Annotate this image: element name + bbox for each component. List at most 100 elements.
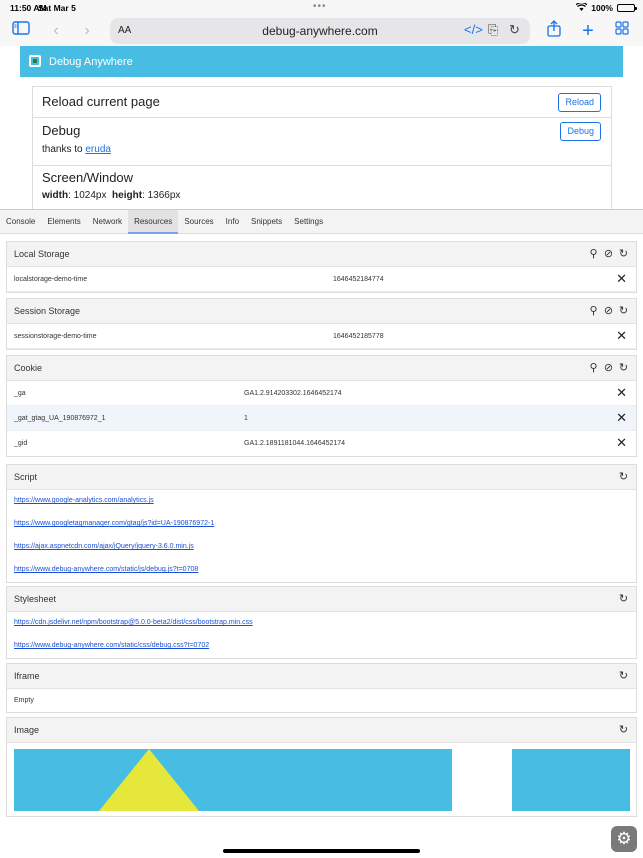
local-storage-title: Local Storage	[14, 249, 70, 259]
session-storage-title: Session Storage	[14, 306, 81, 316]
delete-icon[interactable]: ✕	[616, 271, 627, 287]
cookie-key: _gid	[14, 440, 28, 447]
local-storage-header: Local Storage ⚲ ⊘ ↻	[7, 242, 636, 267]
image-list	[7, 743, 636, 813]
list-item[interactable]: https://www.debug-anywhere.com/static/cs…	[7, 635, 636, 658]
tab-snippets[interactable]: Snippets	[245, 210, 288, 234]
multitasking-dots-icon[interactable]: •••	[313, 1, 327, 12]
cookie-header: Cookie ⚲ ⊘ ↻	[7, 356, 636, 381]
clear-icon[interactable]: ⊘	[603, 247, 614, 261]
refresh-icon[interactable]: ↻	[618, 470, 629, 484]
extension-icon[interactable]: ⎘	[488, 22, 498, 38]
table-row[interactable]: _gat_gtag_UA_190876972_1 1 ✕	[7, 406, 636, 431]
script-link[interactable]: https://www.debug-anywhere.com/static/js…	[14, 566, 198, 573]
height-value: : 1366px	[142, 190, 181, 201]
cookie-value: 1	[244, 415, 248, 422]
screen-window-card: Screen/Window width: 1024px height: 1366…	[32, 166, 612, 210]
iframe-header: Iframe ↻	[7, 664, 636, 689]
local-storage-section: Local Storage ⚲ ⊘ ↻ localstorage-demo-ti…	[6, 241, 637, 293]
delete-icon[interactable]: ✕	[616, 385, 627, 401]
eruda-panel: Console Elements Network Resources Sourc…	[0, 209, 643, 858]
refresh-icon[interactable]: ↻	[618, 361, 629, 375]
wifi-icon	[575, 2, 588, 13]
search-icon[interactable]: ⚲	[588, 304, 599, 318]
debug-card-title: Debug	[42, 123, 81, 138]
eruda-toggle-gear-icon[interactable]: ⚙	[611, 826, 637, 852]
reload-card-title: Reload current page	[42, 94, 160, 109]
image-header: Image ↻	[7, 718, 636, 743]
stylesheet-section: Stylesheet ↻ https://cdn.jsdelivr.net/np…	[6, 586, 637, 659]
stylesheet-link[interactable]: https://cdn.jsdelivr.net/npm/bootstrap@5…	[14, 619, 253, 626]
image-thumbnail[interactable]	[512, 749, 630, 811]
iframe-empty-text: Empty	[14, 697, 34, 704]
new-tab-icon[interactable]: +	[577, 20, 599, 42]
home-indicator[interactable]	[223, 849, 420, 853]
reload-card: Reload current page Reload	[32, 86, 612, 118]
debug-button[interactable]: Debug	[560, 122, 601, 141]
delete-icon[interactable]: ✕	[616, 435, 627, 451]
tabs-overview-icon[interactable]	[611, 20, 633, 42]
code-icon[interactable]: </>	[464, 22, 483, 37]
eruda-link[interactable]: eruda	[85, 144, 111, 155]
script-title: Script	[14, 472, 38, 482]
refresh-icon[interactable]: ↻	[618, 669, 629, 683]
forward-icon[interactable]: ›	[76, 20, 98, 42]
stylesheet-title: Stylesheet	[14, 594, 57, 604]
list-item[interactable]: https://cdn.jsdelivr.net/npm/bootstrap@5…	[7, 612, 636, 635]
table-row[interactable]: _gid GA1.2.1891181044.1646452174 ✕	[7, 431, 636, 456]
storage-value: 1646452185778	[333, 333, 384, 340]
tab-resources[interactable]: Resources	[128, 210, 179, 234]
session-storage-section: Session Storage ⚲ ⊘ ↻ sessionstorage-dem…	[6, 298, 637, 350]
address-bar[interactable]: AA debug-anywhere.com </> ⎘ ↻	[110, 18, 530, 44]
clear-icon[interactable]: ⊘	[603, 304, 614, 318]
refresh-icon[interactable]: ↻	[618, 592, 629, 606]
screen-window-title: Screen/Window	[42, 170, 134, 185]
stylesheet-header: Stylesheet ↻	[7, 587, 636, 612]
screen-size-text: width: 1024px height: 1366px	[42, 190, 180, 201]
reload-button[interactable]: Reload	[558, 93, 601, 112]
script-link[interactable]: https://www.googletagmanager.com/gtag/js…	[14, 520, 214, 527]
triangle-graphic	[99, 749, 199, 811]
table-row[interactable]: localstorage-demo-time 1646452184774 ✕	[7, 267, 636, 292]
script-link[interactable]: https://ajax.aspnetcdn.com/ajax/jQuery/j…	[14, 543, 194, 550]
site-title[interactable]: Debug Anywhere	[49, 56, 133, 68]
list-item[interactable]: https://ajax.aspnetcdn.com/ajax/jQuery/j…	[7, 536, 636, 559]
search-icon[interactable]: ⚲	[588, 361, 599, 375]
list-item[interactable]: https://www.google-analytics.com/analyti…	[7, 490, 636, 513]
thanks-prefix: thanks to	[42, 144, 83, 155]
list-item[interactable]: https://www.debug-anywhere.com/static/js…	[7, 559, 636, 582]
sidebar-icon[interactable]	[10, 20, 32, 42]
tab-info[interactable]: Info	[220, 210, 245, 234]
cookie-value: GA1.2.1891181044.1646452174	[244, 440, 346, 447]
table-row[interactable]: sessionstorage-demo-time 1646452185778 ✕	[7, 324, 636, 349]
refresh-icon[interactable]: ↻	[618, 723, 629, 737]
refresh-icon[interactable]: ↻	[618, 304, 629, 318]
tab-elements[interactable]: Elements	[41, 210, 86, 234]
reload-icon[interactable]: ↻	[509, 22, 520, 38]
site-banner: Debug Anywhere	[20, 46, 623, 77]
tab-sources[interactable]: Sources	[178, 210, 219, 234]
tab-console[interactable]: Console	[0, 210, 41, 234]
tab-settings[interactable]: Settings	[288, 210, 329, 234]
tab-network[interactable]: Network	[87, 210, 128, 234]
iframe-title: Iframe	[14, 671, 40, 681]
storage-key: sessionstorage-demo-time	[14, 333, 97, 340]
eruda-tab-bar: Console Elements Network Resources Sourc…	[0, 210, 643, 234]
storage-value: 1646452184774	[333, 276, 384, 283]
table-row[interactable]: _ga GA1.2.914203302.1646452174 ✕	[7, 381, 636, 406]
back-icon[interactable]: ‹	[45, 20, 67, 42]
search-icon[interactable]: ⚲	[588, 247, 599, 261]
share-icon[interactable]	[543, 20, 565, 42]
delete-icon[interactable]: ✕	[616, 410, 627, 426]
cookie-key: _gat_gtag_UA_190876972_1	[14, 415, 106, 422]
debug-card: Debug thanks to eruda Debug	[32, 118, 612, 166]
iframe-section: Iframe ↻ Empty	[6, 663, 637, 713]
image-thumbnail[interactable]	[14, 749, 452, 811]
list-item[interactable]: https://www.googletagmanager.com/gtag/js…	[7, 513, 636, 536]
refresh-icon[interactable]: ↻	[618, 247, 629, 261]
script-link[interactable]: https://www.google-analytics.com/analyti…	[14, 497, 154, 504]
clear-icon[interactable]: ⊘	[603, 361, 614, 375]
delete-icon[interactable]: ✕	[616, 328, 627, 344]
status-date: Sat Mar 5	[38, 3, 76, 13]
stylesheet-link[interactable]: https://www.debug-anywhere.com/static/cs…	[14, 642, 209, 649]
